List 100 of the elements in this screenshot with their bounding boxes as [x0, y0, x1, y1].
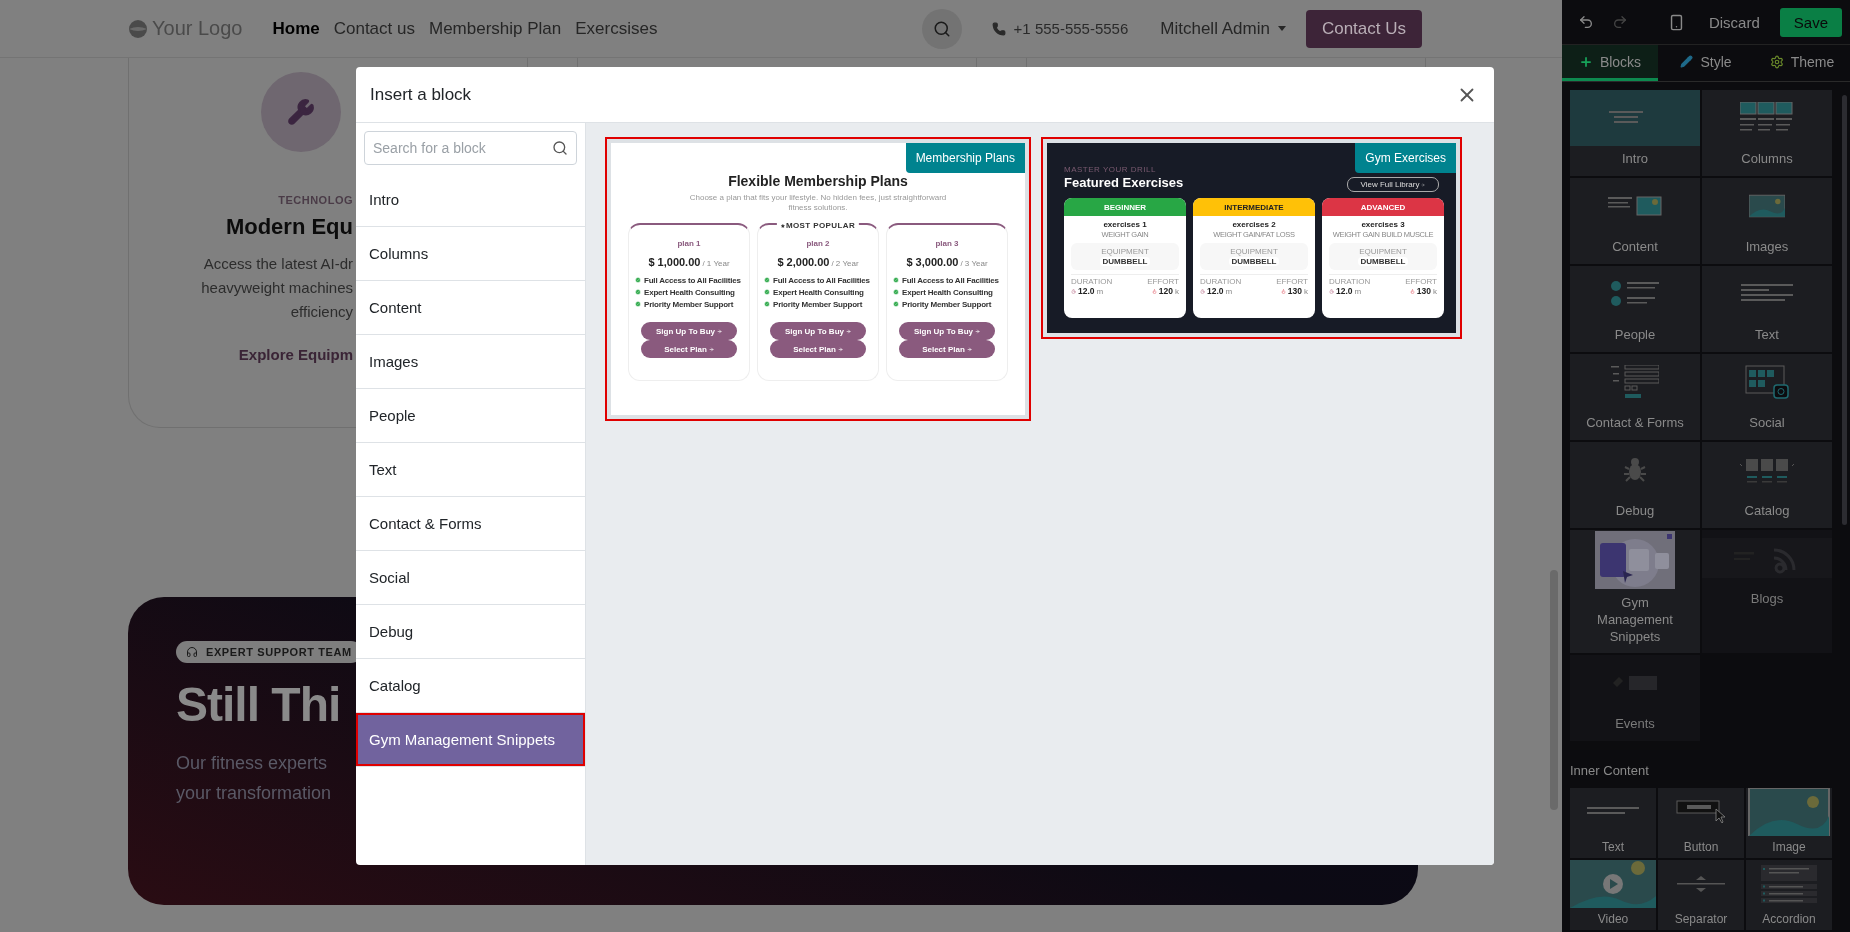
- people-list-icon: [1611, 280, 1659, 308]
- block-label: Catalog: [1743, 502, 1791, 520]
- flame-icon: [1151, 288, 1157, 294]
- plan-price: $ 1,000.00: [648, 256, 701, 268]
- panel-tab[interactable]: Theme: [1754, 45, 1850, 81]
- save-button[interactable]: Save: [1779, 7, 1842, 37]
- element-tile[interactable]: Accordion: [1746, 860, 1832, 930]
- check-icon: [635, 277, 641, 283]
- block-tile[interactable]: Images: [1702, 178, 1832, 264]
- block-tile[interactable]: Text: [1702, 266, 1832, 352]
- exercise-name: exercises 2: [1232, 220, 1276, 229]
- text-lines-icon: [1741, 284, 1793, 304]
- duration-value: 12.0: [1078, 286, 1095, 296]
- nav-link[interactable]: Home: [272, 18, 320, 39]
- arrow-icon: [837, 346, 843, 352]
- dialog-title: Insert a block: [370, 84, 472, 105]
- plan-button[interactable]: Sign Up To Buy: [770, 322, 866, 340]
- card-link[interactable]: Explore Equipm: [238, 346, 353, 363]
- gear-icon: [1769, 54, 1784, 69]
- tile-label: Accordion: [1762, 912, 1816, 926]
- block-tile[interactable]: Content: [1570, 178, 1700, 264]
- block-tile[interactable]: Columns: [1702, 90, 1832, 176]
- discard-button[interactable]: Discard: [1702, 12, 1766, 32]
- panel-tab[interactable]: Blocks: [1562, 45, 1658, 81]
- preview-eyebrow: MASTER YOUR DRILL: [1064, 165, 1156, 174]
- feature-text: Full Access to All Facilities: [773, 275, 870, 285]
- button-cursor-icon: [1676, 800, 1726, 824]
- plan-button[interactable]: Select Plan: [641, 340, 737, 358]
- effort-label: EFFORT: [1147, 277, 1179, 286]
- plan-button[interactable]: Select Plan: [899, 340, 995, 358]
- element-tile[interactable]: Video: [1570, 860, 1656, 930]
- plan-name: plan 3: [935, 239, 959, 248]
- nav-link[interactable]: Exercsises: [575, 18, 658, 39]
- card-text: heavyweight machines: [201, 278, 353, 298]
- search-icon: [932, 19, 951, 38]
- plan-button[interactable]: Sign Up To Buy: [899, 322, 995, 340]
- preview-title: Flexible Membership Plans: [728, 173, 908, 189]
- block-tile[interactable]: People: [1570, 266, 1700, 352]
- library-button[interactable]: View Full Library: [1347, 177, 1439, 192]
- effort-unit: k: [1175, 286, 1179, 296]
- text-lines-icon: [1587, 807, 1639, 817]
- equipment-chip: DUMBBELL: [1099, 257, 1151, 266]
- feature-text: Expert Health Consulting: [644, 287, 735, 297]
- plan-button[interactable]: Sign Up To Buy: [641, 322, 737, 340]
- duration-unit: m: [1225, 286, 1233, 296]
- wrench-icon: [287, 98, 315, 126]
- block-tile[interactable]: Social: [1702, 354, 1832, 440]
- block-tile[interactable]: Catalog: [1702, 442, 1832, 528]
- equipment-chip: DUMBBELL: [1357, 257, 1409, 266]
- exercise-name: exercises 1: [1103, 220, 1147, 229]
- equipment-label: EQUIPMENT: [1230, 247, 1278, 256]
- image-columns-icon: [1740, 102, 1794, 134]
- plan-button[interactable]: Select Plan: [770, 340, 866, 358]
- nav-link[interactable]: Membership Plan: [428, 18, 562, 39]
- element-tile[interactable]: Text: [1570, 788, 1656, 858]
- element-tile[interactable]: Separator: [1658, 860, 1744, 930]
- check-icon: [764, 301, 770, 307]
- timer-icon: [1071, 288, 1076, 294]
- user-menu[interactable]: Mitchell Admin: [1154, 17, 1292, 40]
- block-label: Debug: [1614, 502, 1656, 520]
- feature-text: Expert Health Consulting: [773, 287, 864, 297]
- card-title: Modern Equ: [225, 214, 353, 240]
- duration-value: 12.0: [1336, 286, 1353, 296]
- snippet-preview[interactable]: [1041, 137, 1462, 339]
- tile-label: Button: [1683, 840, 1719, 854]
- search-field[interactable]: Search for a block: [364, 131, 577, 165]
- preview-subtitle: Choose a plan that fits your lifestyle. No hidden fees, just straightforward fitness solutions.: [688, 193, 948, 213]
- image-grid-icon: [1745, 365, 1789, 399]
- panel-tab[interactable]: Style: [1658, 45, 1754, 81]
- block-tile[interactable]: Intro: [1570, 90, 1700, 176]
- level-text: BEGINNER: [1103, 202, 1147, 212]
- element-tile[interactable]: Image: [1746, 788, 1832, 858]
- check-icon: [635, 301, 641, 307]
- category-item[interactable]: Gym Management Snippets: [356, 713, 585, 767]
- arrow-icon: [966, 346, 972, 352]
- plan-price: $ 2,000.00: [777, 256, 830, 268]
- boxes-icon: [1740, 456, 1794, 484]
- plan-price: $ 3,000.00: [906, 256, 959, 268]
- tile-label: Image: [1772, 840, 1806, 854]
- card-text: efficiency: [289, 302, 353, 322]
- banner-text: Our fitness experts: [176, 752, 328, 775]
- check-icon: [893, 301, 899, 307]
- level-text: INTERMEDIATE: [1224, 202, 1284, 212]
- block-label: Columns: [1740, 150, 1794, 168]
- nav-link[interactable]: Contact us: [333, 18, 415, 39]
- text-image-icon: [1608, 196, 1662, 216]
- preview-badge: Gym Exercises: [1355, 143, 1456, 173]
- contact-button[interactable]: Contact Us: [1305, 9, 1422, 48]
- bug-icon: [1623, 457, 1647, 483]
- element-tile[interactable]: Button: [1658, 788, 1744, 858]
- plan-period: / 2 Year: [831, 259, 859, 268]
- block-label: Text: [1754, 326, 1780, 344]
- plan-period: / 1 Year: [702, 259, 730, 268]
- block-tile[interactable]: Gym Management Snippets: [1570, 530, 1700, 653]
- block-tile[interactable]: Contact & Forms: [1570, 354, 1700, 440]
- effort-unit: k: [1304, 286, 1308, 296]
- feature-text: Full Access to All Facilities: [902, 275, 999, 285]
- block-tile[interactable]: Debug: [1570, 442, 1700, 528]
- effort-unit: k: [1433, 286, 1437, 296]
- duration-label: DURATION: [1200, 277, 1242, 286]
